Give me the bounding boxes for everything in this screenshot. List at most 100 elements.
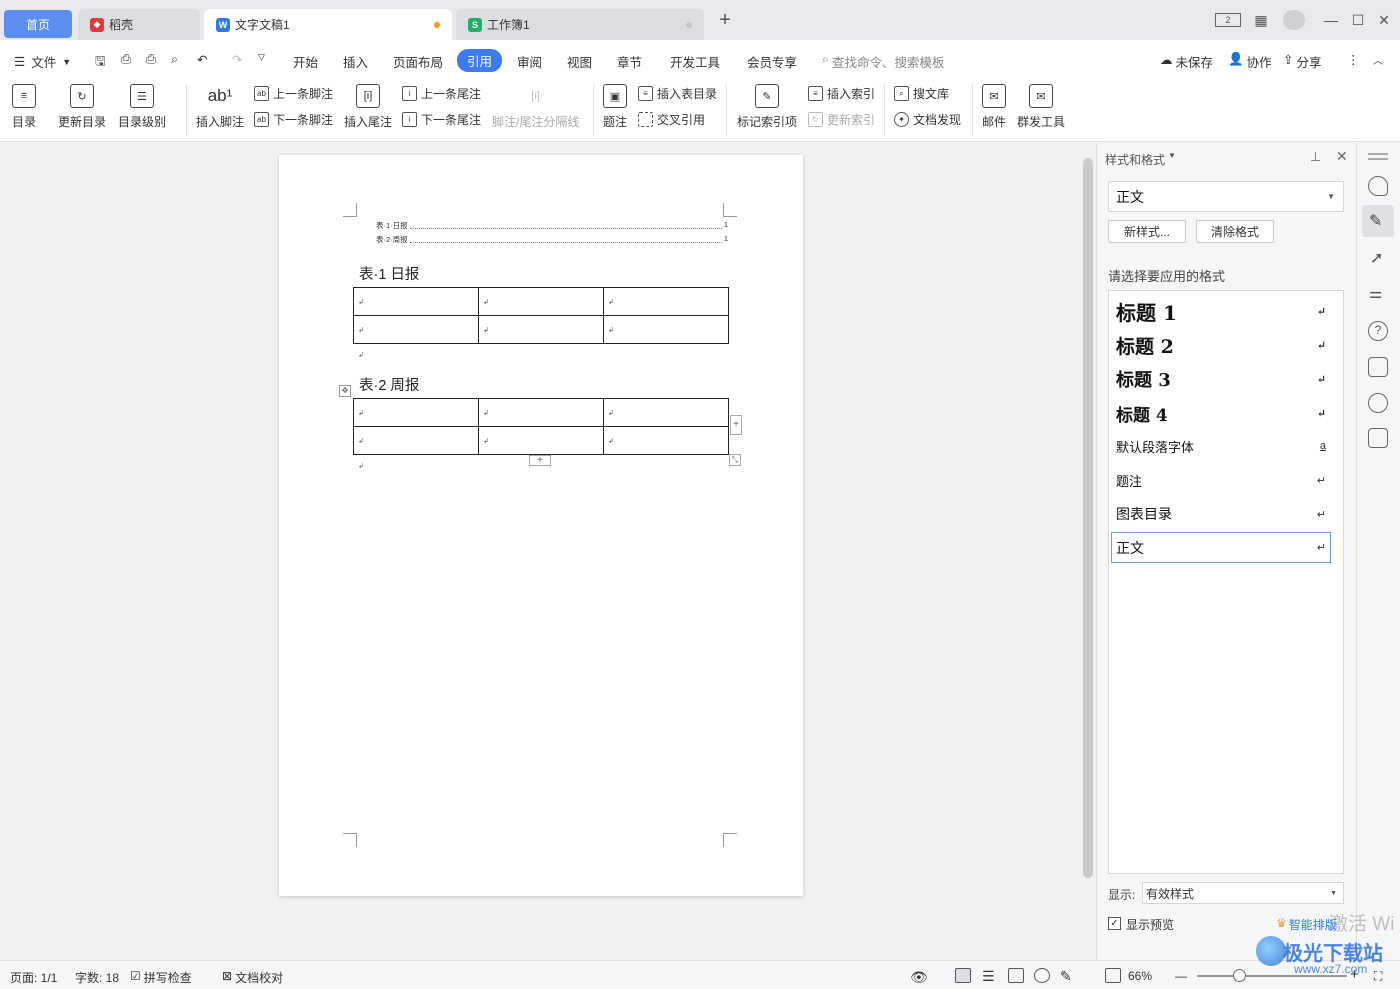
tab-document[interactable]: W 文字文稿1 [204, 9, 452, 40]
minimize-icon[interactable]: — [1320, 10, 1342, 30]
unsaved-dot-icon[interactable] [434, 21, 440, 28]
style-default-paragraph-font[interactable]: 默认段落字体 a [1116, 435, 1330, 457]
new-tab-plus-icon[interactable]: + [714, 9, 736, 31]
style-heading-3[interactable]: 标题 3 ↵ [1116, 365, 1330, 393]
update-index-button[interactable]: ↻ 更新索引 [808, 111, 875, 128]
table-cell[interactable]: ↲ [353, 426, 479, 455]
zoom-slider-thumb[interactable] [1233, 969, 1246, 982]
toc-entry[interactable]: 表·1·日报 1 [376, 220, 728, 231]
menu-start[interactable]: 开始 [293, 52, 318, 71]
menu-view[interactable]: 视图 [567, 52, 592, 71]
separator-button[interactable]: [i] 脚注/尾注分隔线 [492, 80, 579, 130]
maximize-icon[interactable]: ☐ [1347, 10, 1369, 30]
data-table[interactable]: ↲ ↲ ↲ ↲ ↲ ↲ [353, 287, 729, 344]
menu-page-layout[interactable]: 页面布局 [393, 52, 443, 71]
zoom-out-icon[interactable]: — [1175, 969, 1187, 983]
mass-tools-button[interactable]: ✉ 群发工具 [1017, 80, 1065, 130]
toc-button[interactable]: ≡ 目录 [12, 80, 36, 130]
layout-icon[interactable]: 2 [1215, 13, 1241, 27]
smart-layout-button[interactable]: ♛ 智能排版 [1276, 916, 1337, 933]
table-move-handle-icon[interactable]: ✥ [339, 385, 351, 397]
cross-ref-button[interactable]: 交叉引用 [638, 111, 705, 128]
add-row-plus-icon[interactable]: + [529, 455, 551, 466]
table-caption[interactable]: 表·2 周报 [359, 374, 419, 395]
mark-index-button[interactable]: ✎ 标记索引项 [737, 80, 797, 130]
doc-discover-button[interactable]: ✦ 文档发现 [894, 111, 961, 128]
scrollbar-thumb[interactable] [1083, 158, 1093, 878]
cursor-icon[interactable]: ➚ [1370, 248, 1383, 268]
menu-chapter[interactable]: 章节 [617, 52, 642, 71]
menu-insert[interactable]: 插入 [343, 52, 368, 71]
prev-endnote-button[interactable]: i 上一条尾注 [402, 85, 481, 102]
rocket-icon[interactable] [1368, 176, 1388, 196]
insert-endnote-button[interactable]: [i] 插入尾注 [344, 80, 392, 130]
data-table[interactable]: ↲ ↲ ↲ ↲ ↲ ↲ [353, 398, 729, 455]
tab-daoke[interactable]: ◆ 稻壳 [78, 9, 200, 40]
menu-references[interactable]: 引用 [457, 49, 503, 72]
proofread-button[interactable]: ⊠ 文档校对 [222, 969, 283, 986]
toc-level-button[interactable]: ☰ 目录级别 [118, 80, 166, 130]
mail-button[interactable]: ✉ 邮件 [982, 80, 1006, 130]
style-heading-1[interactable]: 标题 1 ↵ [1116, 297, 1330, 325]
file-menu[interactable]: ☰ 文件 ▼ [14, 52, 71, 71]
document-page[interactable] [279, 155, 803, 896]
insert-footnote-button[interactable]: ab¹ 插入脚注 [196, 80, 244, 130]
share-button[interactable]: ⇪ 分享 [1283, 52, 1322, 71]
command-search-input[interactable]: ⌕ 查找命令、搜索模板 [822, 52, 945, 71]
toc-entry[interactable]: 表·2·周报 1 [376, 234, 728, 245]
eye-protect-icon[interactable]: 👁 [910, 969, 928, 986]
quick-access-chevron-icon[interactable]: ▽ [258, 52, 265, 63]
table-cell[interactable]: ↲ [603, 426, 729, 455]
show-select[interactable]: 有效样式 ▼ [1142, 882, 1344, 904]
clear-format-button[interactable]: 清除格式 [1196, 220, 1274, 243]
print-preview-icon[interactable]: ⌕ [171, 52, 178, 67]
unsaved-status[interactable]: ☁ 未保存 [1160, 52, 1213, 71]
table-cell[interactable]: ↲ [353, 398, 479, 427]
style-heading-4[interactable]: 标题 4 ↵ [1116, 399, 1330, 427]
tab-home[interactable]: 首页 [4, 10, 72, 38]
collapse-ribbon-icon[interactable]: ︿ [1373, 52, 1383, 67]
export-pdf-icon[interactable]: ⎙ [121, 52, 131, 67]
close-panel-icon[interactable]: ✕ [1336, 148, 1348, 165]
update-toc-button[interactable]: ↻ 更新目录 [58, 80, 106, 130]
new-style-button[interactable]: 新样式... [1108, 220, 1186, 243]
avatar[interactable] [1283, 10, 1305, 30]
grid-apps-icon[interactable]: ▦ [1250, 10, 1272, 30]
insert-table-toc-button[interactable]: ≡ 插入表目录 [638, 85, 717, 102]
table-cell[interactable]: ↲ [478, 426, 604, 455]
help-icon[interactable]: ? [1368, 321, 1388, 341]
table-resize-handle-icon[interactable]: ⤡ [729, 454, 741, 466]
table-cell[interactable]: ↲ [478, 315, 604, 344]
table-caption[interactable]: 表·1 日报 [359, 263, 419, 284]
write-view-icon[interactable]: ✎ [1060, 968, 1076, 984]
show-preview-checkbox[interactable]: ✓ [1108, 917, 1121, 930]
close-window-icon[interactable]: ✕ [1373, 10, 1395, 30]
share-doc-icon[interactable] [1368, 357, 1388, 377]
current-style-select[interactable]: 正文 ▼ [1108, 181, 1344, 212]
style-figure-toc[interactable]: 图表目录 ↵ [1116, 503, 1330, 525]
lightning-icon[interactable] [1368, 393, 1388, 413]
tab-workbook[interactable]: S 工作簿1 [456, 9, 704, 40]
word-count[interactable]: 字数: 18 [75, 969, 119, 986]
menu-review[interactable]: 审阅 [517, 52, 542, 71]
redo-icon[interactable]: ↷ [232, 52, 242, 67]
rail-menu-icon[interactable] [1368, 153, 1388, 155]
caption-button[interactable]: ▣ 题注 [603, 80, 627, 130]
table-cell[interactable]: ↲ [353, 315, 479, 344]
undo-icon[interactable]: ↶ [197, 52, 207, 67]
save-icon[interactable]: 🖫 [95, 52, 106, 73]
add-column-plus-icon[interactable]: + [730, 415, 742, 435]
fit-page-icon[interactable] [1105, 968, 1121, 983]
table-cell[interactable]: ↲ [603, 315, 729, 344]
table-cell[interactable]: ↲ [478, 398, 604, 427]
style-normal-selected[interactable]: 正文 ↵ [1111, 532, 1331, 563]
menu-dev-tools[interactable]: 开发工具 [670, 52, 720, 71]
style-pen-icon[interactable]: ✎ [1369, 211, 1382, 231]
prev-footnote-button[interactable]: ab 上一条脚注 [254, 85, 333, 102]
web-view-icon[interactable] [1034, 968, 1050, 983]
page-count[interactable]: 页面: 1/1 [10, 969, 57, 986]
panel-title[interactable]: 样式和格式 ▼ [1105, 151, 1176, 168]
table-cell[interactable]: ↲ [353, 287, 479, 316]
fullscreen-icon[interactable]: ⛶ [1374, 969, 1382, 984]
style-heading-2[interactable]: 标题 2 ↵ [1116, 331, 1330, 359]
